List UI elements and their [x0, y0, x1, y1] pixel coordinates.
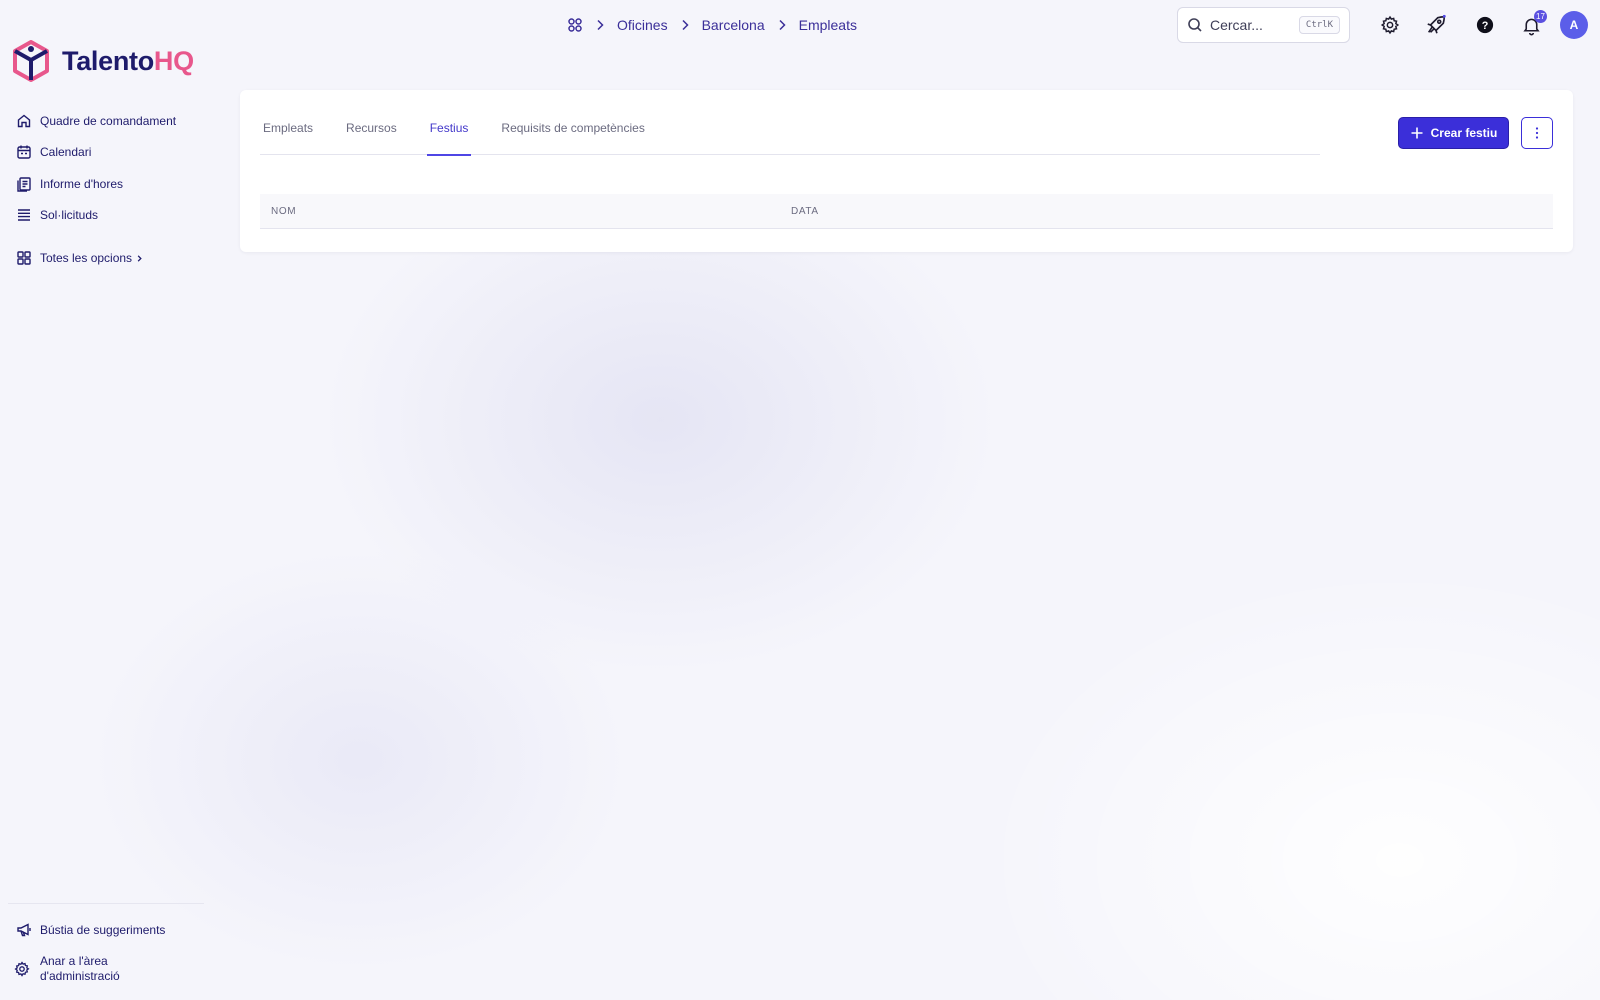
brand-logo[interactable]: TalentoHQ: [12, 40, 194, 82]
calendar-icon: [16, 144, 32, 160]
kebab-menu-icon: [1535, 126, 1539, 140]
search-shortcut-hint: CtrlK: [1298, 16, 1340, 34]
column-header-date[interactable]: DATA: [791, 206, 819, 217]
sidebar-item-label: Calendari: [40, 145, 92, 159]
more-options-button[interactable]: [1521, 117, 1553, 149]
breadcrumb-offices[interactable]: Oficines: [617, 17, 668, 33]
sidebar-item-label: Sol·licituds: [40, 208, 99, 222]
tab-skill-requirements[interactable]: Requisits de competències: [498, 112, 647, 155]
create-holiday-button[interactable]: Crear festiu: [1398, 117, 1509, 149]
help-icon[interactable]: ?: [1474, 14, 1496, 36]
cube-logo-icon: [12, 40, 50, 82]
notification-count-badge: 17: [1534, 10, 1547, 23]
plus-icon: [1410, 126, 1424, 140]
sidebar-item-label: Bústia de suggeriments: [40, 923, 166, 937]
rocket-icon[interactable]: [1425, 14, 1447, 36]
search-box[interactable]: CtrlK: [1177, 7, 1350, 43]
column-header-name[interactable]: NOM: [271, 206, 296, 217]
chevron-right-icon: [677, 17, 693, 33]
grid-icon: [16, 250, 32, 266]
tab-bar: Empleats Recursos Festius Requisits de c…: [260, 112, 1320, 156]
main-card: Empleats Recursos Festius Requisits de c…: [240, 90, 1573, 252]
tab-holidays[interactable]: Festius: [426, 112, 472, 156]
tab-employees[interactable]: Empleats: [260, 112, 316, 155]
user-avatar[interactable]: A: [1560, 11, 1588, 39]
sidebar-item-label: Anar a l'àrea d'administració: [40, 954, 120, 983]
breadcrumb-employees[interactable]: Empleats: [799, 17, 857, 33]
sidebar-item-label: Quadre de comandament: [40, 114, 177, 128]
chevron-right-icon: [774, 17, 790, 33]
timesheet-icon: [16, 176, 32, 192]
sidebar-item-requests[interactable]: Sol·licituds: [16, 205, 98, 225]
tab-resources[interactable]: Recursos: [343, 112, 400, 155]
sidebar-item-calendar[interactable]: Calendari: [16, 142, 91, 162]
sidebar-item-dashboard[interactable]: Quadre de comandament: [16, 111, 176, 131]
create-holiday-label: Crear festiu: [1430, 126, 1498, 140]
list-icon: [16, 207, 32, 223]
sidebar-item-label: Informe d'hores: [40, 177, 123, 191]
settings-gear-icon[interactable]: [1379, 14, 1401, 36]
sidebar-item-suggestions[interactable]: Bústia de suggeriments: [16, 920, 165, 940]
breadcrumb: Oficines Barcelona Empleats: [567, 14, 857, 36]
grid-home-icon[interactable]: [567, 17, 583, 33]
home-icon: [16, 113, 32, 129]
breadcrumb-barcelona[interactable]: Barcelona: [702, 17, 765, 33]
svg-text:?: ?: [1482, 20, 1489, 32]
gear-icon: [14, 961, 30, 977]
megaphone-icon: [16, 922, 32, 938]
holidays-table-header: NOM DATA: [260, 194, 1553, 229]
search-icon: [1187, 17, 1203, 33]
chevron-right-icon: [135, 254, 144, 263]
sidebar-divider: [8, 903, 204, 904]
sidebar-item-label: Totes les opcions: [40, 251, 133, 265]
brand-name: TalentoHQ: [62, 45, 194, 76]
sidebar-item-timesheet[interactable]: Informe d'hores: [16, 174, 123, 194]
sidebar-item-all-options[interactable]: Totes les opcions: [16, 248, 144, 268]
chevron-right-icon: [592, 17, 608, 33]
sidebar-item-admin[interactable]: Anar a l'àrea d'administració: [14, 953, 120, 985]
search-input[interactable]: [1210, 17, 1292, 33]
